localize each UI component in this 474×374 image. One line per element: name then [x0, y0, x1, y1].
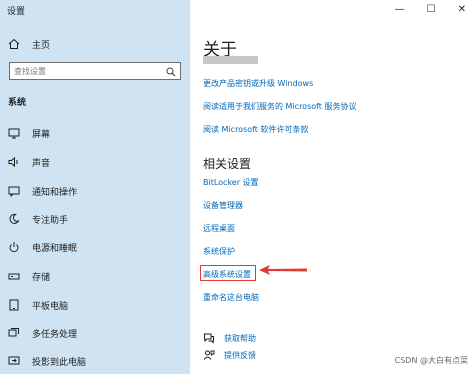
sidebar-item-label: 屏幕 — [32, 129, 51, 140]
sidebar-item-label: 投影到此电脑 — [32, 357, 87, 368]
get-help-row[interactable]: 获取帮助 — [203, 332, 256, 344]
sidebar-item-label: 多任务处理 — [32, 329, 78, 340]
search-placeholder: 查找设置 — [14, 66, 46, 76]
sidebar-item-display[interactable]: 屏幕 — [8, 126, 50, 140]
monitor-icon — [8, 127, 20, 139]
sidebar-item-label: 声音 — [32, 158, 51, 169]
sidebar-item-notifications[interactable]: 通知和操作 — [8, 184, 77, 198]
tablet-icon — [8, 299, 20, 311]
maximize-button[interactable]: ☐ — [427, 4, 436, 15]
minimize-button[interactable]: — — [395, 4, 405, 15]
main-pane: — ☐ ✕ 关于 更改产品密钥或升级 Windows 阅读适用于我们服务的 Mi… — [190, 0, 474, 374]
power-icon — [8, 241, 20, 253]
link-services-agreement[interactable]: 阅读适用于我们服务的 Microsoft 服务协议 — [203, 101, 357, 112]
sidebar-item-focus-assist[interactable]: 专注助手 — [8, 212, 68, 226]
watermark: CSDN @大白有点菜 — [394, 356, 468, 365]
feedback-icon — [203, 346, 215, 365]
highlight-box — [200, 265, 256, 281]
search-input[interactable]: 查找设置 — [9, 62, 181, 80]
sidebar-item-sound[interactable]: 声音 — [8, 155, 50, 169]
section-title-system: 系统 — [8, 98, 27, 108]
notification-icon — [8, 185, 20, 197]
feedback-row[interactable]: 提供反馈 — [203, 349, 256, 361]
home-label: 主页 — [32, 40, 51, 51]
sidebar-item-label: 专注助手 — [32, 215, 69, 226]
sidebar-item-tablet[interactable]: 平板电脑 — [8, 298, 68, 312]
window-controls: — ☐ ✕ — [395, 4, 466, 15]
multitask-icon — [8, 327, 20, 339]
link-remote-desktop[interactable]: 远程桌面 — [203, 223, 235, 234]
link-rename-pc[interactable]: 重命名这台电脑 — [203, 292, 259, 303]
home-icon — [8, 35, 20, 54]
red-arrow-icon — [259, 265, 307, 275]
project-icon — [8, 355, 20, 367]
sidebar-home[interactable]: 主页 — [8, 37, 50, 51]
search-icon[interactable] — [166, 62, 176, 81]
close-button[interactable]: ✕ — [458, 4, 466, 15]
sidebar-item-power[interactable]: 电源和睡眠 — [8, 240, 77, 254]
get-help-label: 获取帮助 — [224, 333, 256, 343]
link-bitlocker[interactable]: BitLocker 设置 — [203, 177, 259, 188]
sidebar-item-storage[interactable]: 存储 — [8, 269, 50, 283]
feedback-label: 提供反馈 — [224, 350, 256, 360]
sidebar-item-multitasking[interactable]: 多任务处理 — [8, 326, 77, 340]
copy-button[interactable] — [203, 56, 258, 64]
link-system-protection[interactable]: 系统保护 — [203, 246, 235, 257]
sidebar-item-project[interactable]: 投影到此电脑 — [8, 354, 86, 368]
moon-icon — [8, 213, 20, 225]
speaker-icon — [8, 156, 20, 168]
link-change-product-key[interactable]: 更改产品密钥或升级 Windows — [203, 78, 313, 89]
related-settings-title: 相关设置 — [203, 157, 252, 171]
link-device-manager[interactable]: 设备管理器 — [203, 200, 243, 211]
sidebar-item-label: 平板电脑 — [32, 301, 69, 312]
storage-icon — [8, 270, 20, 282]
sidebar-item-label: 电源和睡眠 — [32, 243, 78, 254]
sidebar-item-label: 通知和操作 — [32, 187, 78, 198]
sidebar: 设置 主页 查找设置 系统 屏幕 声音 通知和操作 专注助手 电源和睡眠 存储 … — [0, 0, 190, 374]
window-title: 设置 — [7, 7, 26, 17]
link-license-terms[interactable]: 阅读 Microsoft 软件许可条款 — [203, 124, 309, 135]
sidebar-item-label: 存储 — [32, 272, 51, 283]
